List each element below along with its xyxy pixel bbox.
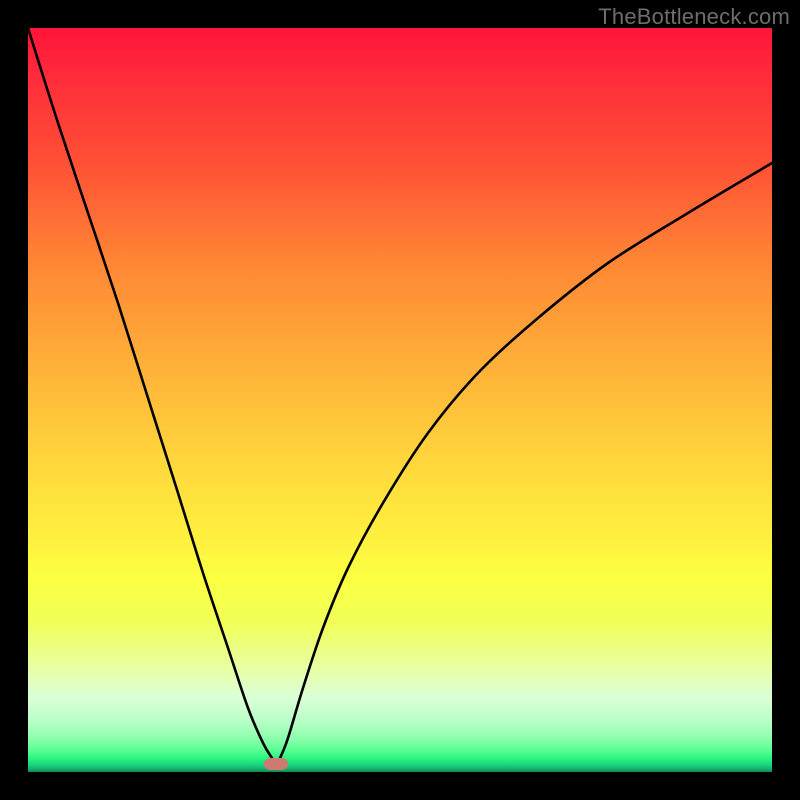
bottleneck-curve	[28, 28, 772, 772]
vertex-marker	[264, 758, 288, 770]
stage: TheBottleneck.com	[0, 0, 800, 800]
plot-area	[28, 28, 772, 772]
watermark-text: TheBottleneck.com	[598, 4, 790, 30]
curve-path	[28, 28, 772, 764]
